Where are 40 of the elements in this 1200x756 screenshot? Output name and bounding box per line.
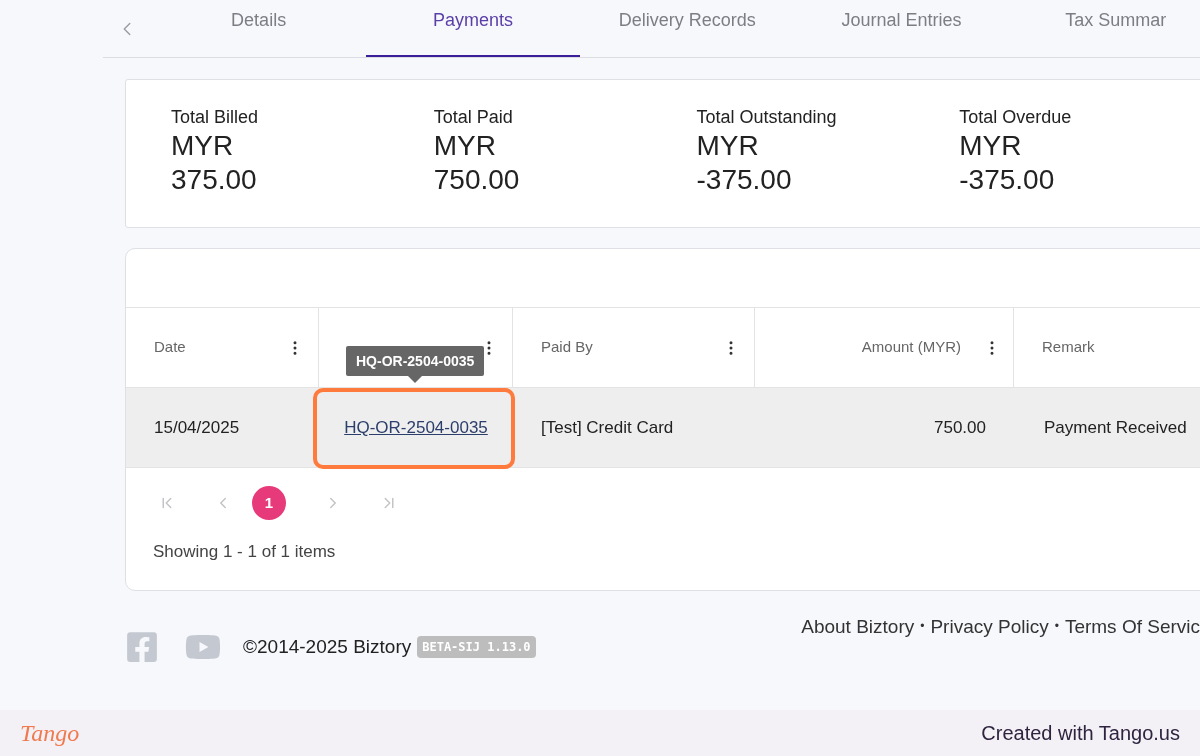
- summary-amount: 750.00: [433, 163, 520, 197]
- summary-currency: MYR: [433, 129, 496, 163]
- summary-label: Total Outstanding: [696, 106, 837, 128]
- summary-currency: MYR: [171, 129, 234, 163]
- column-header: Date: [154, 337, 186, 358]
- tango-logo: Tango: [20, 719, 80, 748]
- tango-credit: Created with Tango.us: [981, 721, 1180, 746]
- ref-link[interactable]: HQ-OR-2504-0035: [344, 414, 488, 441]
- facebook-icon[interactable]: [125, 630, 159, 664]
- summary-label: Total Paid: [433, 106, 513, 128]
- summary-currency: MYR: [696, 129, 759, 163]
- version-badge: BETA-SIJ 1.13.0: [417, 636, 536, 658]
- column-header: Remark: [1042, 337, 1095, 358]
- separator-dot: •: [1054, 618, 1059, 635]
- table-cell-text: 15/04/2025: [154, 416, 240, 439]
- summary-label: Total Billed: [171, 106, 259, 128]
- summary-amount: -375.00: [696, 163, 792, 197]
- summary-label: Total Overdue: [959, 106, 1072, 128]
- tab[interactable]: Details: [151, 0, 366, 57]
- column-header: Paid By: [541, 337, 593, 358]
- footer-link[interactable]: Terms Of Servic: [1064, 613, 1200, 642]
- page-button[interactable]: 1: [252, 486, 286, 520]
- separator-dot: •: [920, 618, 925, 635]
- summary-amount: -375.00: [959, 163, 1055, 197]
- tooltip: HQ-OR-2504-0035: [346, 346, 485, 383]
- pagination-info: Showing 1 - 1 of 1 items: [153, 542, 336, 561]
- tab[interactable]: Payments: [365, 0, 581, 57]
- tab[interactable]: Delivery Records: [580, 0, 795, 57]
- column-header: Amount (MYR): [861, 337, 961, 358]
- tab[interactable]: Journal Entries: [794, 0, 1009, 57]
- tab[interactable]: Tax Summar: [1008, 0, 1200, 57]
- table-cell-text: 750.00: [934, 416, 986, 439]
- summary-amount: 375.00: [171, 163, 257, 197]
- footer-link[interactable]: About Biztory: [801, 613, 915, 642]
- footer-link[interactable]: Privacy Policy: [930, 613, 1049, 642]
- copyright-text: ©2014-2025 Biztory: [243, 634, 412, 659]
- table-cell-text: [Test] Credit Card: [541, 416, 674, 439]
- table-row[interactable]: 15/04/2025 HQ-OR-2504-0035 [Test] Credit Card 750.00 Payment Received: [126, 388, 1200, 468]
- table-cell-text: Payment Received: [1044, 416, 1187, 439]
- summary-currency: MYR: [959, 129, 1022, 163]
